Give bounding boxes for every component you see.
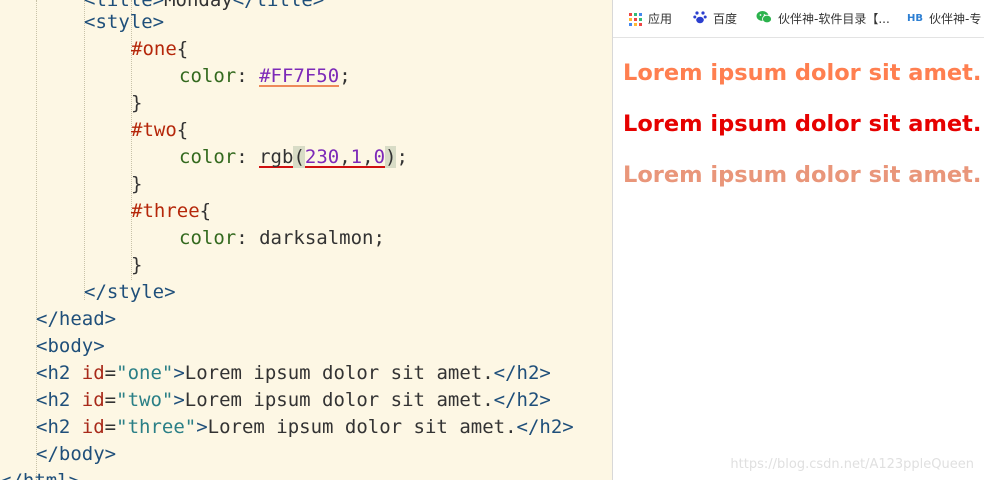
indent-guide <box>84 0 85 300</box>
code-line: </body> <box>36 443 117 465</box>
bookmark-apps[interactable]: 应用 <box>629 10 672 28</box>
baidu-paw-icon <box>693 10 707 29</box>
code-line: <style> <box>84 11 165 33</box>
heading-three: Lorem ipsum dolor sit amet. <box>623 162 982 188</box>
apps-grid-icon <box>629 12 642 26</box>
code-line: </style> <box>84 281 176 303</box>
code-line: } <box>131 254 143 276</box>
bookmarks-bar: 应用 百度 伙伴神-软件目录【... HB 伙伴神-专 <box>613 0 984 38</box>
code-line: <h2 id="one">Lorem ipsum dolor sit amet.… <box>36 362 551 384</box>
hb-logo-icon: HB <box>907 13 923 24</box>
browser-preview: 应用 百度 伙伴神-软件目录【... HB 伙伴神-专 Lorem ipsum … <box>612 0 984 480</box>
code-line: </html> <box>0 468 80 480</box>
bookmark-label: 百度 <box>713 12 738 26</box>
code-line: #one{ <box>131 38 189 60</box>
code-line: color: rgb(230,1,0); <box>179 146 408 168</box>
code-line: color: darksalmon; <box>179 227 385 249</box>
bookmark-huobanshen[interactable]: HB 伙伴神-专 <box>907 10 981 28</box>
heading-one: Lorem ipsum dolor sit amet. <box>623 60 982 86</box>
code-line: } <box>131 92 143 114</box>
code-line: <h2 id="three">Lorem ipsum dolor sit ame… <box>36 416 574 438</box>
bookmark-label: 伙伴神-软件目录【... <box>778 12 890 26</box>
code-line: #two{ <box>131 119 189 141</box>
wechat-icon <box>756 10 772 29</box>
bookmark-huobanshen-catalog[interactable]: 伙伴神-软件目录【... <box>756 10 890 28</box>
bookmark-label: 应用 <box>648 12 673 26</box>
code-line: color: #FF7F50; <box>179 65 351 87</box>
watermark: https://blog.csdn.net/A123ppleQueen <box>730 457 974 472</box>
code-line: <body> <box>36 335 105 357</box>
code-line: <h2 id="two">Lorem ipsum dolor sit amet.… <box>36 389 551 411</box>
code-line: #three{ <box>131 200 212 222</box>
code-line: } <box>131 173 143 195</box>
heading-two: Lorem ipsum dolor sit amet. <box>623 111 982 137</box>
bookmark-baidu[interactable]: 百度 <box>693 10 737 28</box>
code-editor[interactable]: <title>Monday</title> <style> #one{ colo… <box>0 0 612 480</box>
code-line: </head> <box>36 308 117 330</box>
bookmark-label: 伙伴神-专 <box>929 12 982 26</box>
